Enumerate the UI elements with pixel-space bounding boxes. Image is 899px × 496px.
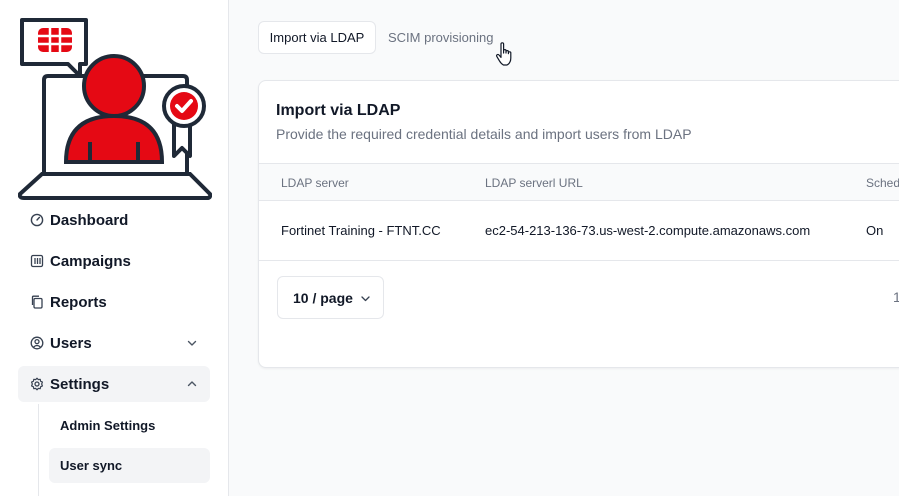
tab-label: SCIM provisioning bbox=[388, 30, 494, 45]
cell-ldap-server: Fortinet Training - FTNT.CC bbox=[281, 223, 441, 238]
page-size-select[interactable]: 10 / page bbox=[277, 276, 384, 319]
page-size-label: 10 / page bbox=[293, 289, 353, 306]
hand-pointer-icon bbox=[495, 42, 512, 66]
sidebar-item-label: Dashboard bbox=[50, 211, 129, 229]
bars-icon bbox=[30, 254, 44, 268]
table-header: LDAP server LDAP serverl URL Sched bbox=[259, 163, 899, 201]
column-header-schedule: Sched bbox=[866, 176, 899, 190]
card-subtitle: Provide the required credential details … bbox=[276, 126, 692, 142]
pagination-page-number[interactable]: 1 bbox=[893, 289, 899, 305]
sidebar-item-label: Reports bbox=[50, 293, 107, 311]
card-title: Import via LDAP bbox=[276, 102, 401, 119]
sidebar-item-label: Users bbox=[50, 334, 92, 352]
ldap-import-card: Import via LDAP Provide the required cre… bbox=[258, 80, 899, 368]
copy-icon bbox=[30, 295, 44, 309]
sidebar-item-label: Settings bbox=[50, 375, 110, 393]
tab-scim-provisioning[interactable]: SCIM provisioning bbox=[388, 21, 508, 54]
tab-label: Import via LDAP bbox=[269, 30, 365, 45]
column-header-ldap-server-url: LDAP serverl URL bbox=[485, 176, 583, 190]
chevron-down-icon bbox=[361, 296, 370, 302]
sidebar-item-users[interactable]: Users bbox=[18, 325, 210, 361]
column-header-ldap-server: LDAP server bbox=[281, 176, 349, 190]
chevron-up-icon bbox=[187, 381, 197, 387]
sidebar-subitem-user-sync[interactable]: User sync bbox=[49, 448, 210, 483]
security-award-logo-icon bbox=[18, 18, 212, 200]
sidebar: Dashboard Campaigns Reports Users Settin… bbox=[0, 0, 229, 496]
sidebar-item-dashboard[interactable]: Dashboard bbox=[18, 202, 210, 238]
speedometer-icon bbox=[30, 213, 44, 227]
cell-ldap-server-url: ec2-54-213-136-73.us-west-2.compute.amaz… bbox=[485, 223, 811, 238]
sidebar-item-reports[interactable]: Reports bbox=[18, 284, 210, 320]
sidebar-subitem-label: Admin Settings bbox=[60, 418, 156, 433]
submenu-divider bbox=[38, 404, 39, 496]
table-row[interactable]: Fortinet Training - FTNT.CC ec2-54-213-1… bbox=[259, 201, 899, 261]
sidebar-item-campaigns[interactable]: Campaigns bbox=[18, 243, 210, 279]
sidebar-item-label: Campaigns bbox=[50, 252, 131, 270]
chevron-down-icon bbox=[187, 340, 197, 346]
user-circle-icon bbox=[30, 336, 44, 350]
gear-icon bbox=[30, 377, 44, 391]
cell-schedule: On bbox=[866, 223, 884, 238]
sidebar-subitem-label: User sync bbox=[60, 458, 123, 473]
sidebar-item-settings[interactable]: Settings bbox=[18, 366, 210, 402]
sidebar-subitem-admin-settings[interactable]: Admin Settings bbox=[49, 408, 210, 443]
tab-import-via-ldap[interactable]: Import via LDAP bbox=[258, 21, 376, 54]
